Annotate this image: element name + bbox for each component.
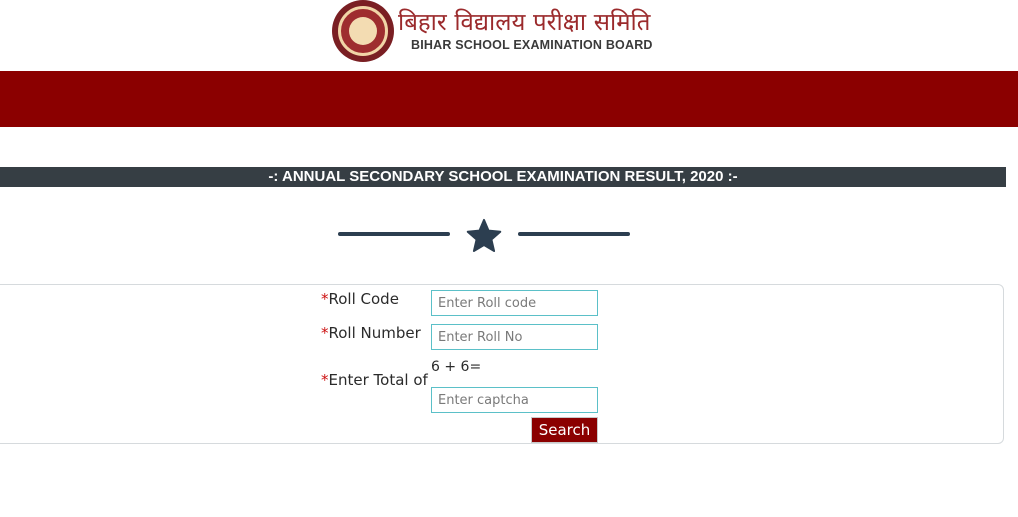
- roll-code-label: *Roll Code: [321, 290, 399, 308]
- search-button[interactable]: Search: [531, 417, 598, 443]
- logo-title-english: BIHAR SCHOOL EXAMINATION BOARD: [411, 38, 653, 52]
- captcha-input[interactable]: [431, 387, 598, 413]
- required-marker: *: [321, 290, 329, 308]
- site-header: बिहार विद्यालय परीक्षा समिति BIHAR SCHOO…: [0, 0, 1018, 70]
- brand-banner: [0, 71, 1018, 127]
- roll-number-label: *Roll Number: [321, 324, 421, 342]
- required-marker: *: [321, 371, 329, 389]
- bseb-seal-logo: [332, 0, 394, 62]
- logo-title-hindi: बिहार विद्यालय परीक्षा समिति: [398, 8, 651, 36]
- roll-number-input[interactable]: [431, 324, 598, 350]
- captcha-question: 6 + 6=: [431, 359, 482, 375]
- required-marker: *: [321, 324, 329, 342]
- divider-line-left: [338, 232, 450, 236]
- captcha-label: *Enter Total of: [321, 371, 428, 389]
- page-title: -: ANNUAL SECONDARY SCHOOL EXAMINATION R…: [0, 167, 1006, 187]
- divider-line-right: [518, 232, 630, 236]
- star-icon: [466, 218, 502, 252]
- roll-code-input[interactable]: [431, 290, 598, 316]
